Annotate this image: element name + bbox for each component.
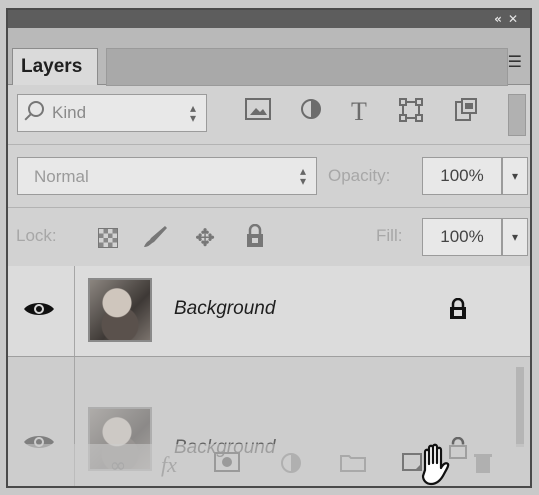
lock-transparent-pixels-icon[interactable] (94, 224, 124, 252)
tab-row: Layers ☰ (8, 28, 530, 86)
type-filter-icon[interactable]: T (341, 98, 377, 126)
pixel-layer-filter-icon[interactable] (240, 98, 276, 126)
fill-dropdown-icon[interactable]: ▾ (502, 218, 528, 256)
new-group-icon[interactable] (338, 452, 368, 478)
filter-row: Kind ▴ ▾ T (8, 84, 530, 145)
smart-object-filter-icon[interactable] (448, 98, 484, 126)
shape-filter-icon[interactable] (393, 98, 429, 126)
layers-panel: «✕ Layers ☰ Kind ▴ ▾ T Normal ▴ ▾ Opacit… (6, 8, 532, 488)
blend-row: Normal ▴ ▾ Opacity: 100% ▾ (8, 145, 530, 208)
close-icon[interactable]: ✕ (508, 12, 524, 26)
tab-bar-empty (106, 48, 508, 86)
filter-toggle-switch[interactable] (508, 94, 526, 136)
eye-icon[interactable] (22, 300, 56, 318)
hand-cursor-icon (421, 443, 450, 486)
filter-kind-label: Kind (52, 103, 87, 122)
lock-icon (450, 298, 466, 319)
scrollbar[interactable] (516, 367, 524, 447)
search-icon (28, 101, 44, 117)
filter-kind-select[interactable]: Kind ▴ ▾ (17, 94, 207, 132)
lock-row: Lock: ✥ Fill: 100% ▾ (8, 208, 530, 267)
fill-field[interactable]: 100% (422, 218, 502, 256)
layer-thumbnail (88, 278, 152, 342)
layer-divider (74, 266, 75, 356)
opacity-field[interactable]: 100% (422, 157, 502, 195)
layer-name[interactable]: Background (174, 298, 275, 320)
layer-row[interactable]: Background (8, 266, 530, 357)
lock-label: Lock: (16, 226, 57, 245)
chevron-updown-icon: ▴ ▾ (189, 101, 196, 125)
fx-icon[interactable]: fx (154, 452, 184, 478)
lock-position-icon[interactable]: ✥ (190, 224, 220, 252)
opacity-label: Opacity: (328, 166, 391, 185)
chevron-updown-icon: ▴ ▾ (299, 164, 306, 188)
adjustment-layer-icon[interactable] (276, 452, 306, 478)
blend-mode-value: Normal (34, 167, 89, 186)
adjustment-filter-icon[interactable] (293, 98, 329, 126)
trash-icon[interactable] (468, 452, 498, 478)
panel-menu-icon[interactable]: ☰ (508, 52, 522, 71)
collapse-icon[interactable]: « (494, 12, 508, 26)
lock-all-icon[interactable] (240, 223, 270, 252)
panel-title-bar: «✕ (8, 10, 530, 29)
link-layers-icon[interactable]: ∞ (103, 452, 133, 478)
fill-label: Fill: (376, 226, 403, 245)
opacity-dropdown-icon[interactable]: ▾ (502, 157, 528, 195)
blend-mode-select[interactable]: Normal ▴ ▾ (17, 157, 317, 195)
lock-image-pixels-icon[interactable] (140, 224, 170, 252)
tab-layers[interactable]: Layers (12, 48, 98, 85)
layer-mask-icon[interactable] (212, 452, 242, 478)
